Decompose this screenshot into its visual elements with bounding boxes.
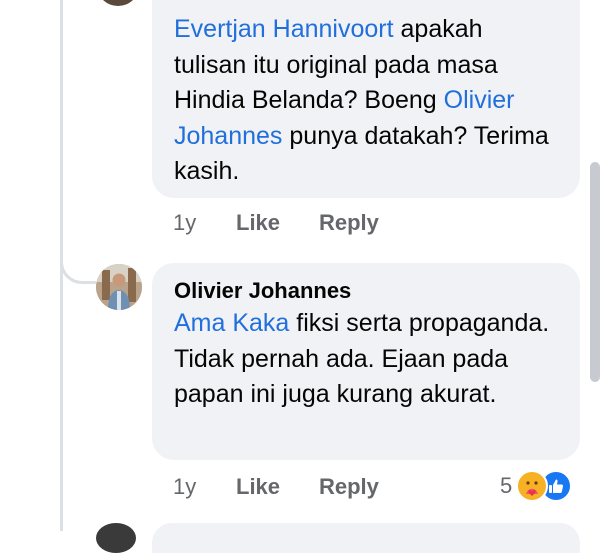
like-button[interactable]: Like (236, 210, 319, 236)
scrollbar-thumb[interactable] (590, 162, 600, 382)
care-emoji-icon (516, 470, 549, 502)
reaction-count: 5 (500, 473, 513, 498)
comment-text: Evertjan Hannivoort apakah tulisan itu o… (174, 12, 558, 190)
timestamp[interactable]: 1y (173, 210, 236, 236)
next-comment-avatar[interactable] (96, 523, 136, 553)
reaction-summary[interactable]: 5 (500, 470, 573, 502)
comment-actions: 1y Like Reply (173, 210, 379, 236)
thread-connector (60, 220, 96, 284)
comment-bubble: Evertjan Hannivoort apakah tulisan itu o… (152, 0, 580, 198)
comment-text: Ama Kaka fiksi serta propaganda. Tidak p… (174, 306, 558, 413)
avatar[interactable] (96, 264, 142, 310)
previous-comment-avatar[interactable] (98, 0, 138, 6)
reply-button[interactable]: Reply (319, 474, 379, 500)
timestamp[interactable]: 1y (173, 474, 236, 500)
mention-link[interactable]: Ama Kaka (174, 309, 289, 337)
comment-author[interactable]: Olivier Johannes (174, 276, 558, 306)
profile-photo-icon (96, 264, 142, 310)
like-button[interactable]: Like (236, 474, 319, 500)
comment-bubble: Olivier Johannes Ama Kaka fiksi serta pr… (152, 263, 580, 460)
next-comment-bubble (152, 523, 580, 553)
scrollbar-track[interactable] (588, 0, 602, 531)
comment-actions: 1y Like Reply (173, 474, 379, 500)
mention-link[interactable]: Evertjan Hannivoort (174, 15, 394, 43)
reply-button[interactable]: Reply (319, 210, 379, 236)
